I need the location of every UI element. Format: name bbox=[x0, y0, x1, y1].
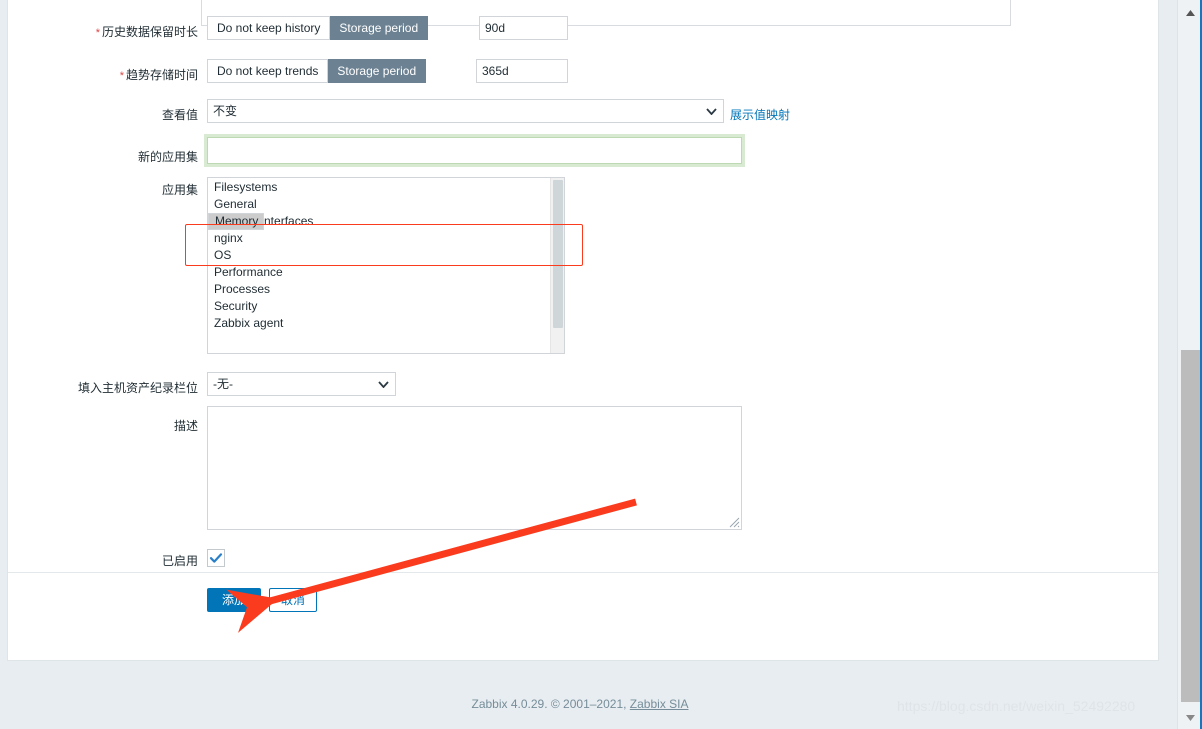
inventory-field-selected: -无- bbox=[213, 377, 233, 391]
new-application-input[interactable] bbox=[207, 137, 742, 164]
application-option[interactable]: OS bbox=[208, 247, 550, 264]
label-enabled: 已启用 bbox=[161, 554, 198, 568]
required-marker-trends: * bbox=[119, 70, 124, 82]
cancel-button[interactable]: 取消 bbox=[269, 588, 318, 612]
value-mapping-select[interactable]: 不变 bbox=[207, 99, 724, 123]
browser-vertical-scrollbar[interactable] bbox=[1177, 0, 1202, 729]
triangle-up-icon[interactable] bbox=[1178, 4, 1202, 22]
applications-listbox[interactable]: FilesystemsGeneralMemoryNetwork interfac… bbox=[207, 177, 565, 354]
toggle-trends-do-not-keep[interactable]: Do not keep trends bbox=[207, 59, 329, 83]
add-button[interactable]: 添加 bbox=[207, 588, 262, 612]
footer-copyright: Zabbix 4.0.29. © 2001–2021, bbox=[471, 697, 630, 711]
label-new-application: 新的应用集 bbox=[137, 150, 198, 164]
label-history-text: 历史数据保留时长 bbox=[101, 25, 198, 39]
show-value-mapping-link[interactable]: 展示值映射 bbox=[730, 106, 790, 123]
application-option[interactable]: Filesystems bbox=[208, 179, 550, 196]
chevron-down-icon bbox=[704, 104, 718, 118]
page-footer: Zabbix 4.0.29. © 2001–2021, Zabbix SIA bbox=[0, 697, 1160, 711]
label-trends-text: 趋势存储时间 bbox=[125, 68, 198, 82]
applications-list-scrollbar[interactable] bbox=[550, 178, 564, 353]
enabled-checkbox[interactable] bbox=[207, 549, 225, 567]
label-trends: * 趋势存储时间 bbox=[48, 66, 198, 83]
inventory-field-select[interactable]: -无- bbox=[207, 372, 396, 396]
value-mapping-selected: 不变 bbox=[213, 104, 238, 118]
required-marker-history: * bbox=[95, 27, 100, 39]
chevron-down-icon bbox=[376, 377, 390, 391]
toggle-trends-storage-period[interactable]: Storage period bbox=[328, 59, 427, 83]
applications-list-items: FilesystemsGeneralMemoryNetwork interfac… bbox=[208, 178, 550, 353]
description-textarea[interactable] bbox=[207, 406, 742, 530]
triangle-down-icon[interactable] bbox=[1178, 709, 1202, 727]
application-option[interactable]: Processes bbox=[208, 281, 550, 298]
history-period-input[interactable] bbox=[479, 16, 568, 40]
label-value-type: 查看值 bbox=[161, 108, 198, 122]
item-form-card: * 历史数据保留时长 Do not keep history Storage pe… bbox=[7, 0, 1159, 661]
form-action-buttons: 添加 取消 bbox=[207, 588, 318, 612]
applications-list-scrollbar-thumb[interactable] bbox=[553, 180, 563, 328]
scrollbar-thumb[interactable] bbox=[1181, 350, 1201, 702]
label-description: 描述 bbox=[173, 419, 198, 433]
application-option[interactable]: Memory bbox=[208, 213, 265, 230]
label-applications: 应用集 bbox=[161, 183, 198, 197]
toggle-history-mode[interactable]: Do not keep history Storage period bbox=[207, 16, 429, 40]
form-footer-divider bbox=[8, 572, 1158, 573]
application-option[interactable]: Zabbix agent bbox=[208, 315, 550, 332]
trends-period-input[interactable] bbox=[476, 59, 568, 83]
toggle-history-do-not-keep[interactable]: Do not keep history bbox=[207, 16, 331, 40]
toggle-trends-mode[interactable]: Do not keep trends Storage period bbox=[207, 59, 427, 83]
label-inventory-field: 填入主机资产纪录栏位 bbox=[77, 381, 198, 395]
application-option[interactable]: Performance bbox=[208, 264, 550, 281]
zabbix-sia-link[interactable]: Zabbix SIA bbox=[630, 697, 689, 711]
application-option[interactable]: General bbox=[208, 196, 550, 213]
label-history: * 历史数据保留时长 bbox=[48, 23, 198, 40]
toggle-history-storage-period[interactable]: Storage period bbox=[330, 16, 429, 40]
application-option[interactable]: nginx bbox=[208, 230, 550, 247]
checkmark-icon bbox=[209, 553, 223, 563]
application-option[interactable]: Security bbox=[208, 298, 550, 315]
